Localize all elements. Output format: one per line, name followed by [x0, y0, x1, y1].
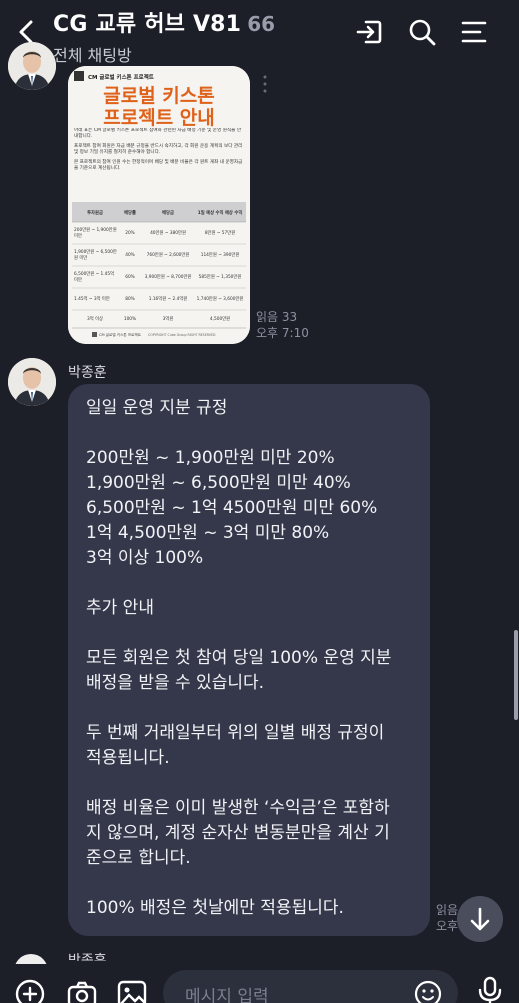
- arrow-down-icon: [470, 907, 490, 931]
- image-table-cell: 6,500만원 ~ 1.45억 미만: [74, 272, 115, 283]
- profile-photo: [8, 358, 56, 406]
- timestamp: 오후 7:10: [256, 326, 309, 340]
- image-footer: CM 글로벌 키스톤 프로젝트: [99, 332, 142, 337]
- message-line: 준으로 합니다.: [86, 848, 191, 868]
- message-line: 배정을 받을 수 있습니다.: [86, 673, 265, 693]
- image-table-cell: 1,900만원 ~ 6,500만원 미만: [74, 250, 117, 261]
- message-line: 두 번째 거래일부터 위의 일별 배정 규정이: [86, 723, 385, 743]
- sender-avatar[interactable]: [8, 358, 56, 406]
- message-meta: 읽음 33 오후 7:10: [256, 309, 309, 341]
- image-table-cell: 60%: [125, 274, 135, 280]
- message-line: 200만원 ~ 1,900만원 미만 20%: [86, 448, 335, 468]
- image-table-cell: 3억 이상: [87, 317, 103, 322]
- message-line: 적용됩니다.: [86, 748, 170, 768]
- image-table-cell: 80%: [125, 296, 135, 302]
- image-table-cell: 1.16억원 ~ 2.4억원: [148, 297, 188, 302]
- image-paragraph-1: 아래 표는 CM 글로벌 키스톤 프로젝트 참여와 관련된 자금 배정 기준 및…: [74, 128, 242, 139]
- image-table-cell: 200만원 ~ 1,900만원 미만: [74, 228, 117, 239]
- image-table-cell: 3억원: [162, 317, 174, 322]
- image-table-cell: 760만원 ~ 2,600만원: [146, 253, 190, 258]
- image-table-header: 배당금: [162, 210, 174, 216]
- image-heading-line2: 프로젝트 안내: [103, 107, 215, 129]
- message-line: 100% 배정은 첫날에만 적용됩니다.: [86, 898, 344, 918]
- image-table-cell: 100%: [123, 316, 137, 322]
- camera-icon[interactable]: [66, 978, 98, 1003]
- enter-room-icon[interactable]: [354, 16, 386, 48]
- message-line: 6,500만원 ~ 1억 4500만원 미만 60%: [86, 498, 378, 518]
- image-table-header: 1일 예상 수익 예상 수익: [197, 210, 243, 216]
- scroll-to-bottom-button[interactable]: [457, 896, 503, 942]
- image-table-header: 투자원금: [87, 210, 103, 216]
- message-line: 배정 비율은 이미 발생한 ‘수익금’은 포함하: [86, 798, 390, 818]
- image-table-cell: 3,900만원 ~ 8,700만원: [144, 275, 192, 280]
- more-options-icon[interactable]: [261, 74, 269, 94]
- project-notice-image: CM 글로벌 키스톤 프로젝트 글로벌 키스톤 프로젝트 안내 아래 표는 CM…: [68, 66, 250, 344]
- search-icon[interactable]: [406, 16, 438, 48]
- message-input[interactable]: 메시지 입력: [163, 970, 458, 1003]
- image-table-row: 200만원 ~ 1,900만원 미만 20% 40만원 ~ 380만원 8만원 …: [72, 222, 246, 244]
- message-bubble[interactable]: 일일 운영 지분 규정 200만원 ~ 1,900만원 미만 20% 1,900만원…: [68, 384, 430, 936]
- chat-title-block[interactable]: CG 교류 허브 V81 66 전체 채팅방: [53, 6, 275, 66]
- message-line: 1,900만원 ~ 6,500만원 미만 40%: [86, 473, 351, 493]
- image-table-row: 6,500만원 ~ 1.45억 미만 60% 3,900만원 ~ 8,700만원…: [72, 266, 246, 288]
- image-table-row: 1.45억 ~ 3억 미만 80% 1.16억원 ~ 2.4억원 1,740만원…: [72, 288, 246, 310]
- message-line: 일일 운영 지분 규정: [86, 398, 228, 418]
- image-heading-line1: 글로벌 키스톤: [103, 85, 215, 107]
- sender-name: 박종훈: [68, 365, 107, 381]
- chat-title: CG 교류 허브 V81: [53, 12, 242, 37]
- image-table-cell: 114만원 ~ 390만원: [200, 253, 240, 258]
- message-line: 1억 4,500만원 ~ 3억 미만 80%: [86, 523, 330, 543]
- image-copyright: COPYRIGHT Cube Group RIGHT RESERVED: [148, 333, 216, 337]
- chat-header: CG 교류 허브 V81 66 전체 채팅방: [0, 0, 519, 66]
- image-table-cell: 1.45억 ~ 3억 미만: [74, 297, 110, 302]
- message-input-placeholder: 메시지 입력: [185, 987, 269, 1003]
- plus-icon[interactable]: [14, 978, 46, 1003]
- image-table-row: 3억 이상 100% 3억원 4,500만원: [72, 310, 246, 328]
- shared-image-message[interactable]: CM 글로벌 키스톤 프로젝트 글로벌 키스톤 프로젝트 안내 아래 표는 CM…: [68, 66, 250, 344]
- image-paragraph-2: 프로젝트 참여 회원은 자금 배분 규정을 반드시 숙지하고, 각 회원 운용 …: [74, 144, 243, 155]
- image-brand-text: CM 글로벌 키스톤 프로젝트: [88, 73, 154, 81]
- emoji-icon[interactable]: [413, 979, 443, 1003]
- image-table-cell: 1,740만원 ~ 3,600만원: [196, 297, 244, 302]
- message-line: 추가 안내: [86, 598, 154, 618]
- sender-name: 박종훈: [68, 953, 107, 961]
- image-table-cell: 20%: [125, 230, 135, 236]
- message-line: 모든 회원은 첫 참여 당일 100% 운영 지분: [86, 648, 392, 668]
- microphone-icon[interactable]: [476, 976, 504, 1003]
- image-table-cell: 40%: [125, 252, 135, 258]
- menu-icon[interactable]: [458, 16, 490, 48]
- image-table-header: 배당률: [124, 210, 136, 216]
- sender-avatar[interactable]: [8, 42, 56, 90]
- message-line: 3억 이상 100%: [86, 548, 204, 568]
- image-table-row: 1,900만원 ~ 6,500만원 미만 40% 760만원 ~ 2,600만원…: [72, 244, 246, 266]
- scrollbar-thumb[interactable]: [514, 630, 518, 720]
- read-count: 읽음 33: [256, 310, 298, 324]
- gallery-icon[interactable]: [116, 978, 148, 1003]
- image-table-cell: 8만원 ~ 57만원: [204, 231, 236, 236]
- message-line: 지 않으며, 계정 순자산 변동분만을 계산 기: [86, 823, 390, 843]
- profile-photo: [8, 42, 56, 90]
- chat-subtitle: 전체 채팅방: [53, 46, 132, 65]
- image-paragraph-3: 본 프로젝트의 참여 인원 수는 한정적이며 배당 및 배분 비율은 각 원트 …: [74, 160, 243, 171]
- image-table-cell: 40만원 ~ 380만원: [150, 231, 186, 236]
- image-table-cell: 585만원 ~ 1,350만원: [198, 275, 242, 280]
- member-count: 66: [247, 12, 276, 36]
- image-table-cell: 4,500만원: [209, 317, 231, 322]
